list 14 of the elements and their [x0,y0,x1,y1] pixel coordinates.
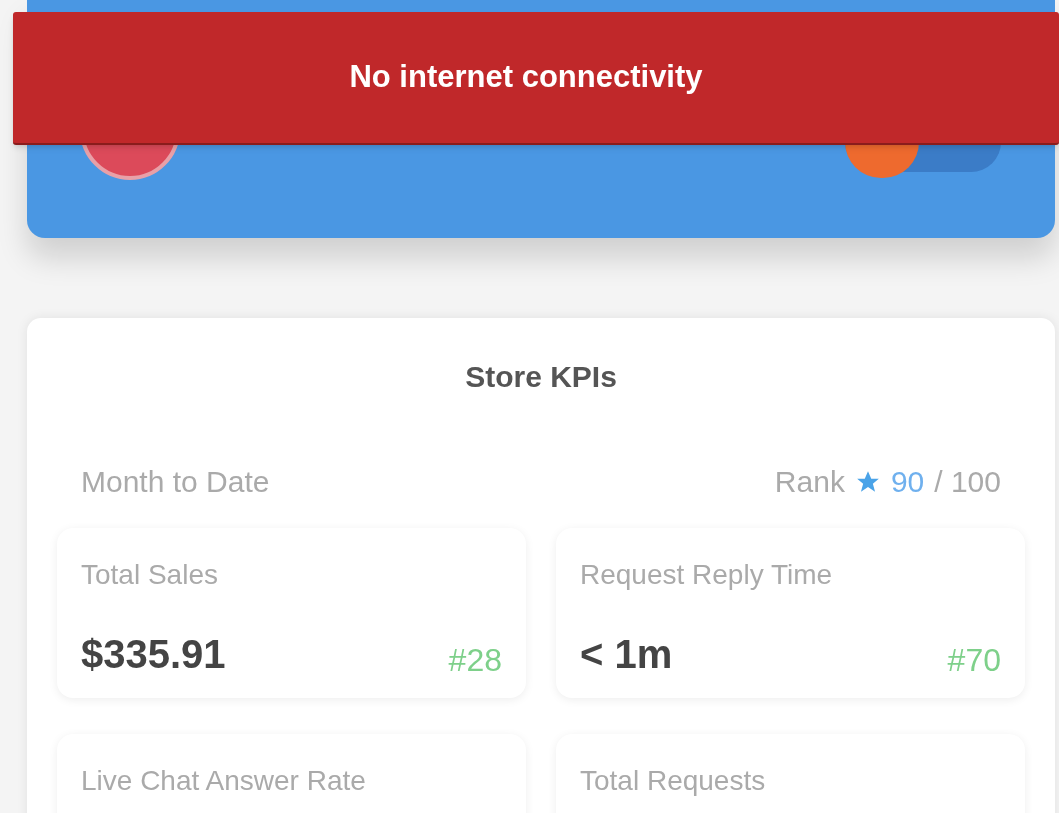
period-label: Month to Date [81,464,270,500]
alert-message: No internet connectivity [349,58,703,97]
tile-label: Total Requests [580,764,766,798]
rank-total: / 100 [934,464,1001,500]
tile-rank: #28 [448,641,502,680]
tile-label: Live Chat Answer Rate [81,764,366,798]
tile-label: Request Reply Time [580,558,833,592]
rank-value: 90 [890,464,925,500]
tile-rank: #70 [947,641,1001,680]
rank-label: Rank [774,464,845,500]
tile-label: Total Sales [81,558,218,592]
card-title: Store KPIs [465,360,617,393]
tile-value: < 1m [580,631,673,678]
tile-value: $335.91 [81,631,226,678]
